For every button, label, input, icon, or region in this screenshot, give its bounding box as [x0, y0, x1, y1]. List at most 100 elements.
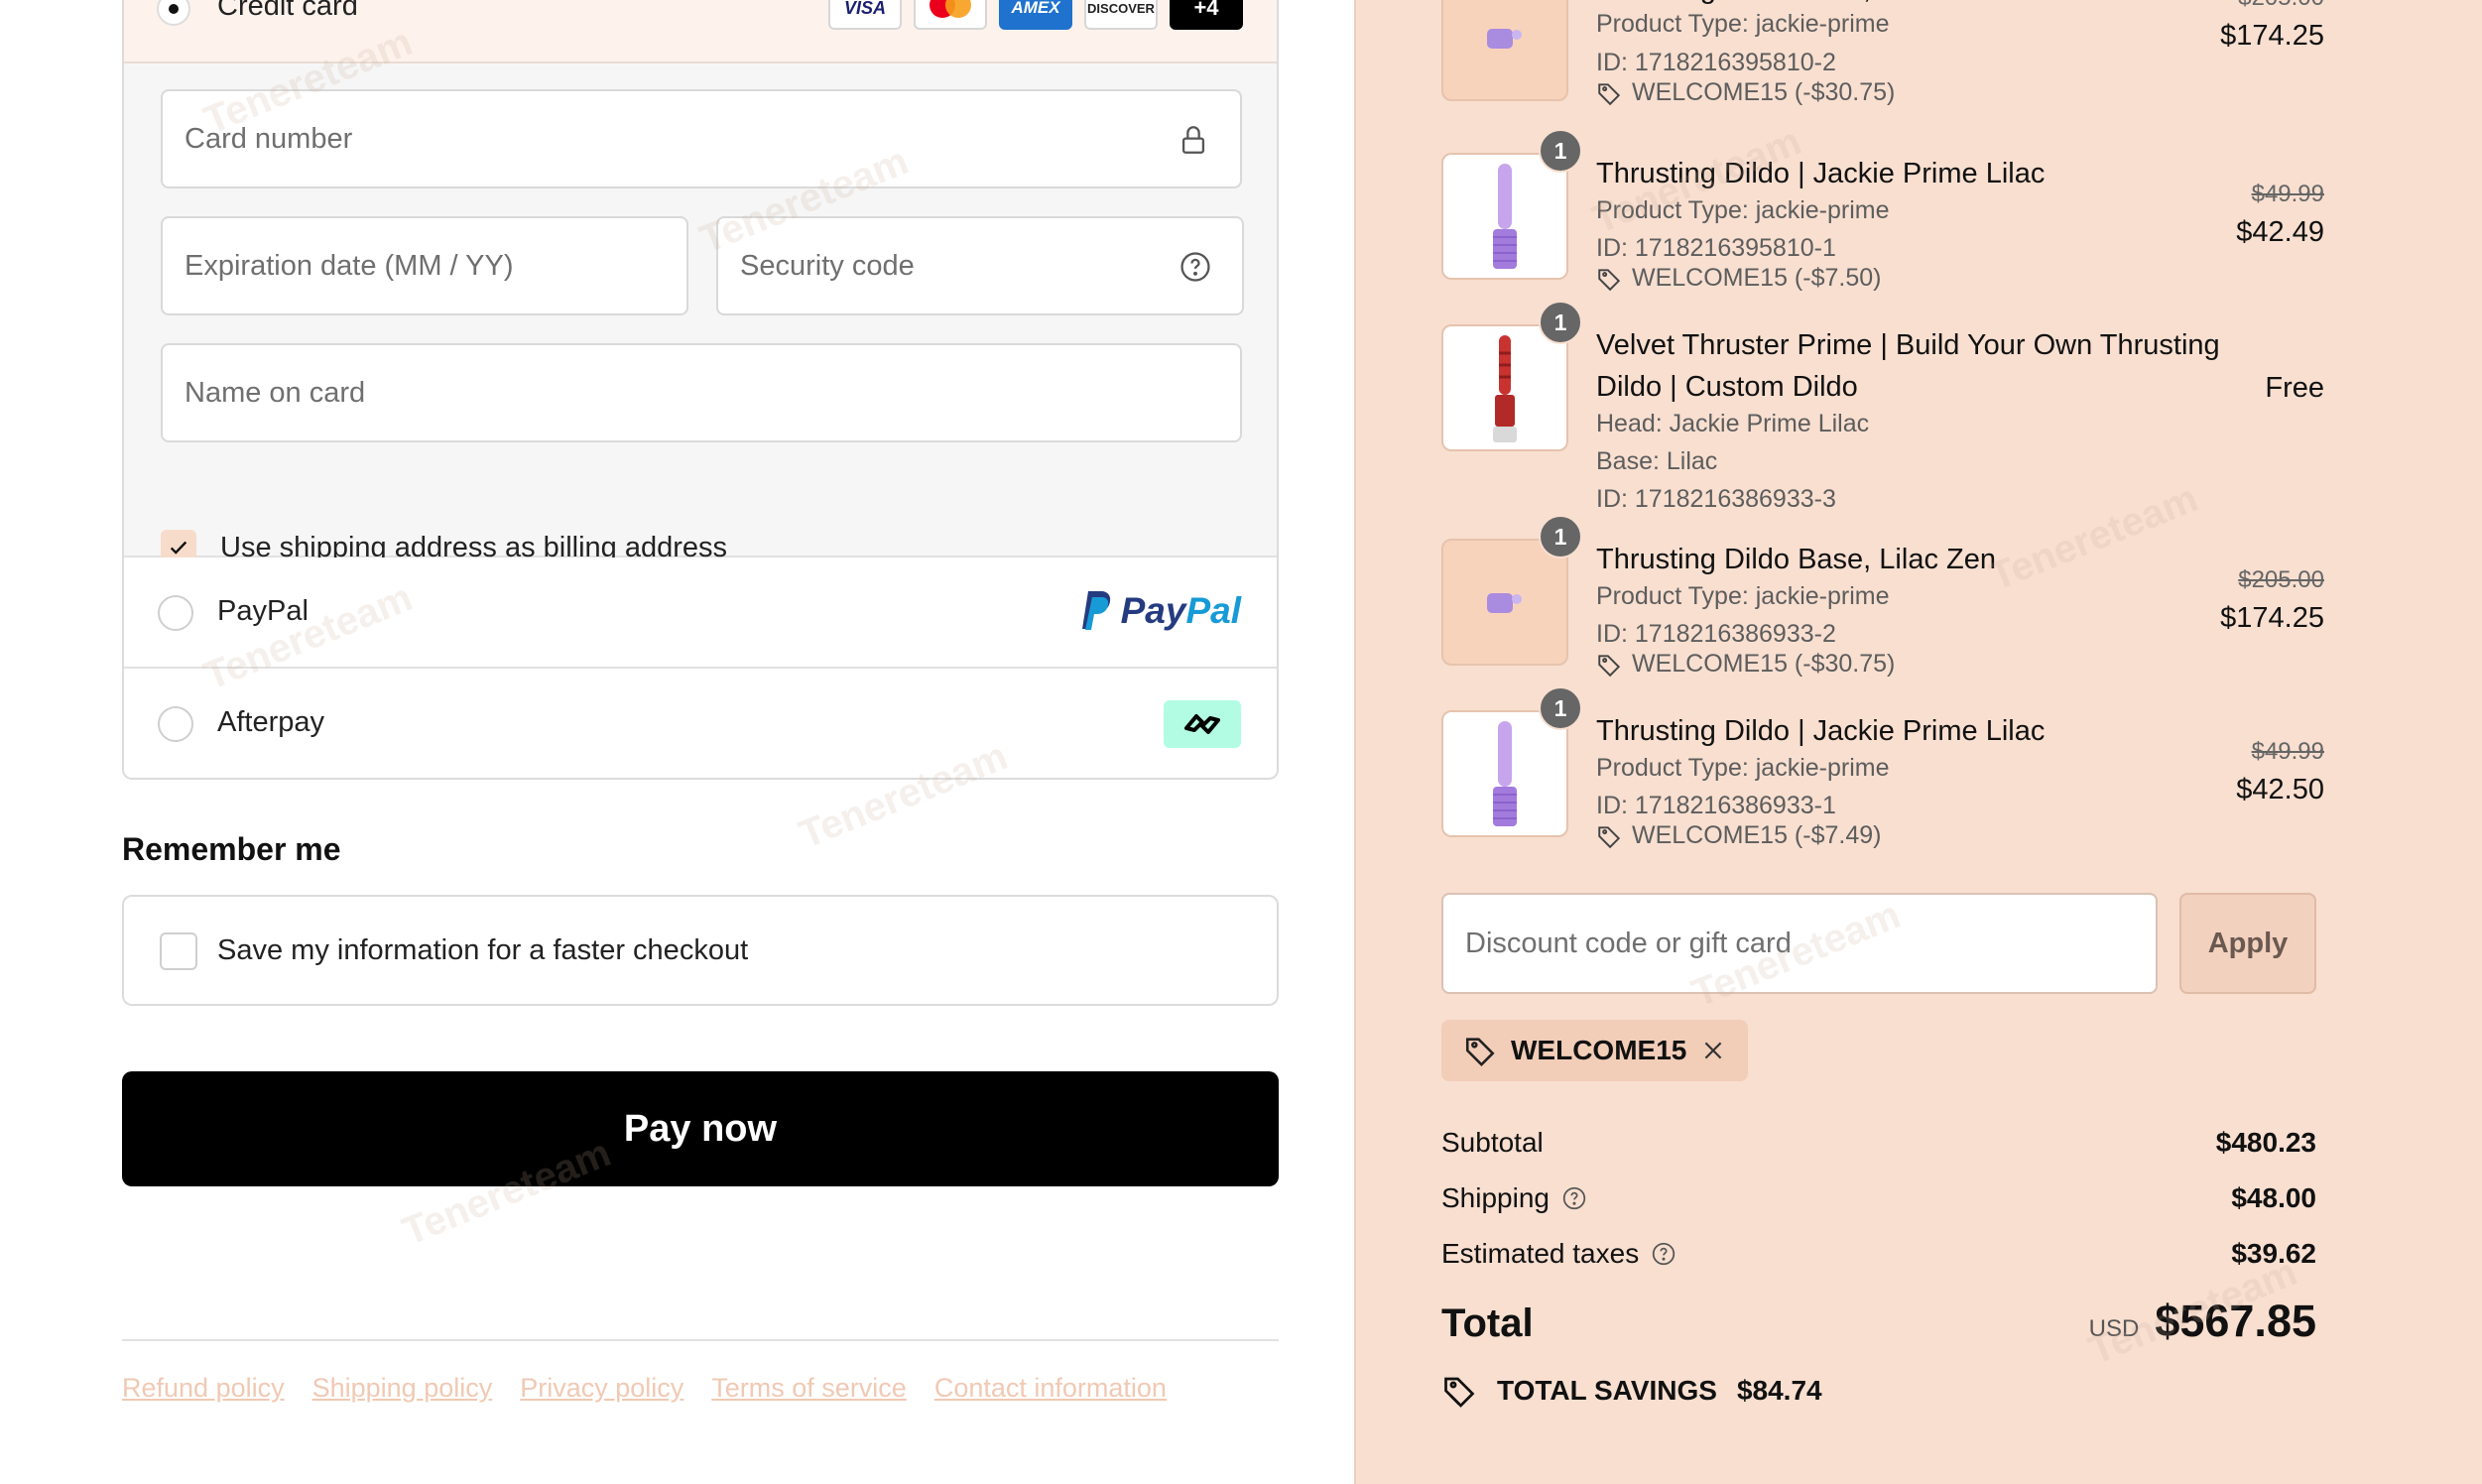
card-logos: VISA AMEX DISCOVER +4 [828, 0, 1243, 30]
total-label: Total [1441, 1301, 1534, 1345]
terms-of-service-link[interactable]: Terms of service [711, 1373, 907, 1404]
paypal-icon [1081, 591, 1110, 630]
credit-card-radio[interactable] [157, 0, 190, 26]
item-price: $42.50 [2236, 774, 2324, 805]
savings-label: TOTAL SAVINGS [1497, 1375, 1717, 1406]
order-item: 1 Thrusting Dildo | Jackie Prime Lilac P… [1441, 129, 2324, 292]
order-item: Thrusting Dildo Base, Lilac Zen Product … [1441, 0, 2324, 113]
applied-discount-tag: WELCOME15 [1441, 1020, 1749, 1081]
afterpay-option[interactable]: Afterpay [124, 669, 1277, 778]
paypal-wordmark: PayPal [1120, 590, 1241, 631]
subtotal-row: Subtotal $480.23 [1441, 1127, 2316, 1159]
paypal-option[interactable]: PayPal PayPal [124, 557, 1277, 669]
taxes-value: $39.62 [2231, 1238, 2316, 1269]
afterpay-radio[interactable] [158, 706, 193, 742]
help-circle-icon[interactable] [1561, 1185, 1587, 1211]
discover-logo: DISCOVER [1084, 0, 1158, 30]
item-discount-text: WELCOME15 (-$30.75) [1632, 78, 1896, 106]
tag-icon [1598, 268, 1621, 291]
item-discount: WELCOME15 (-$7.49) [1596, 821, 1881, 850]
item-title: Thrusting Dildo | Jackie Prime Lilac [1596, 715, 2046, 747]
remember-me-option[interactable]: Save my information for a faster checkou… [122, 895, 1279, 1006]
item-id: ID: 1718216395810-2 [1596, 49, 1836, 76]
savings-tag-icon [1444, 1377, 1475, 1408]
subtotal-label: Subtotal [1441, 1127, 1544, 1158]
subtotal-value: $480.23 [2215, 1127, 2316, 1158]
product-thumbnail [1441, 0, 1568, 101]
remember-checkbox-label: Save my information for a faster checkou… [217, 934, 749, 966]
item-price: $174.25 [2220, 20, 2324, 52]
privacy-policy-link[interactable]: Privacy policy [520, 1373, 683, 1404]
card-number-field[interactable]: Card number [161, 89, 1242, 188]
tag-icon [1598, 82, 1621, 105]
contact-information-link[interactable]: Contact information [934, 1373, 1167, 1404]
order-item: 1 Thrusting Dildo | Jackie Prime Lilac P… [1441, 686, 2324, 850]
credit-card-option[interactable]: Credit card VISA AMEX DISCOVER +4 [124, 0, 1277, 63]
checkmark-icon [170, 541, 187, 555]
apply-discount-button[interactable]: Apply [2179, 893, 2316, 994]
product-thumbnail [1441, 324, 1568, 451]
shipping-value: $48.00 [2231, 1182, 2316, 1213]
product-thumbnail [1441, 153, 1568, 280]
refund-policy-link[interactable]: Refund policy [122, 1373, 285, 1404]
paypal-radio[interactable] [158, 595, 193, 631]
tag-icon [1598, 654, 1621, 677]
quantity-badge: 1 [1539, 515, 1582, 558]
item-discount-text: WELCOME15 (-$7.49) [1632, 821, 1882, 849]
applied-code-text: WELCOME15 [1511, 1035, 1687, 1065]
item-product-type: Product Type: jackie-prime [1596, 754, 1890, 782]
currency-code: USD [2088, 1315, 2140, 1342]
lock-icon [1181, 126, 1205, 154]
visa-logo: VISA [828, 0, 902, 30]
amex-logo: AMEX [999, 0, 1072, 30]
quantity-badge: 1 [1539, 301, 1582, 344]
item-title: Thrusting Dildo Base, Lilac Zen [1596, 0, 2271, 10]
expiration-field[interactable]: Expiration date (MM / YY) [161, 216, 688, 315]
quantity-badge: 1 [1539, 129, 1582, 173]
tag-icon [1465, 1038, 1495, 1066]
total-value: $567.85 [2155, 1296, 2316, 1346]
name-on-card-field[interactable]: Name on card [161, 343, 1242, 442]
help-circle-icon[interactable] [1651, 1241, 1676, 1267]
item-title: Thrusting Dildo | Jackie Prime Lilac [1596, 158, 2046, 189]
credit-card-label: Credit card [217, 0, 358, 22]
item-head: Head: Jackie Prime Lilac [1596, 410, 1870, 437]
savings-value: $84.74 [1736, 1375, 1822, 1406]
card-number-placeholder: Card number [185, 122, 353, 155]
item-price: Free [2265, 372, 2324, 404]
security-code-field[interactable]: Security code [716, 216, 1244, 315]
shipping-policy-link[interactable]: Shipping policy [312, 1373, 493, 1404]
total-row: Total USD $567.85 [1441, 1296, 2316, 1347]
close-icon[interactable] [1700, 1038, 1726, 1063]
order-item: 1 Velvet Thruster Prime | Build Your Own… [1441, 301, 2324, 513]
security-code-placeholder: Security code [740, 249, 915, 282]
item-id: ID: 1718216386933-2 [1596, 620, 1836, 648]
name-on-card-placeholder: Name on card [185, 376, 366, 409]
product-velvet-thruster-image [1493, 335, 1517, 442]
order-item: 1 Thrusting Dildo Base, Lilac Zen Produc… [1441, 515, 2324, 679]
item-discount-text: WELCOME15 (-$30.75) [1632, 650, 1896, 678]
taxes-row: Estimated taxes $39.62 [1441, 1238, 2316, 1270]
taxes-label: Estimated taxes [1441, 1238, 1640, 1269]
pay-now-button[interactable]: Pay now [122, 1071, 1279, 1186]
product-base-image [1487, 29, 1522, 49]
help-circle-icon[interactable] [1179, 250, 1212, 284]
remember-checkbox[interactable] [160, 932, 197, 970]
shipping-row: Shipping $48.00 [1441, 1182, 2316, 1214]
payment-methods-box: Credit card VISA AMEX DISCOVER +4 Card n… [122, 0, 1279, 780]
product-dildo-lilac-image [1493, 721, 1517, 826]
mastercard-logo [914, 0, 987, 30]
order-summary-column: Thrusting Dildo Base, Lilac Zen Product … [1354, 0, 2482, 1484]
discount-code-input[interactable]: Discount code or gift card [1441, 893, 2158, 994]
item-original-price: $49.99 [2251, 181, 2324, 207]
paypal-label: PayPal [217, 595, 309, 627]
afterpay-logo-icon [1164, 700, 1241, 748]
item-price: $42.49 [2236, 216, 2324, 248]
item-original-price: $205.00 [2238, 0, 2324, 12]
quantity-badge: 1 [1539, 686, 1582, 730]
expiration-placeholder: Expiration date (MM / YY) [185, 249, 514, 282]
item-discount: WELCOME15 (-$30.75) [1596, 650, 1895, 679]
item-id: ID: 1718216386933-3 [1596, 485, 1836, 513]
footer-links: Refund policy Shipping policy Privacy po… [122, 1373, 1167, 1404]
checkout-layout: Credit card VISA AMEX DISCOVER +4 Card n… [0, 0, 2482, 1484]
